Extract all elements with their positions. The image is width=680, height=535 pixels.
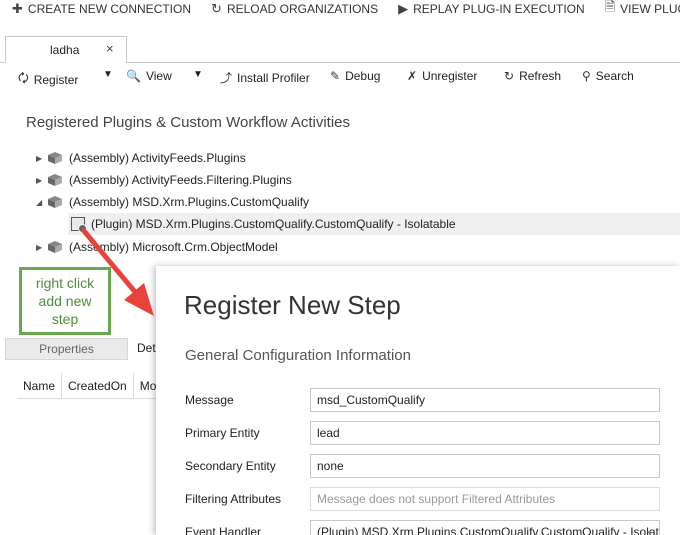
annotation-arrow	[81, 228, 154, 316]
arrow-head	[124, 283, 154, 316]
arrow-shaft	[81, 228, 139, 296]
